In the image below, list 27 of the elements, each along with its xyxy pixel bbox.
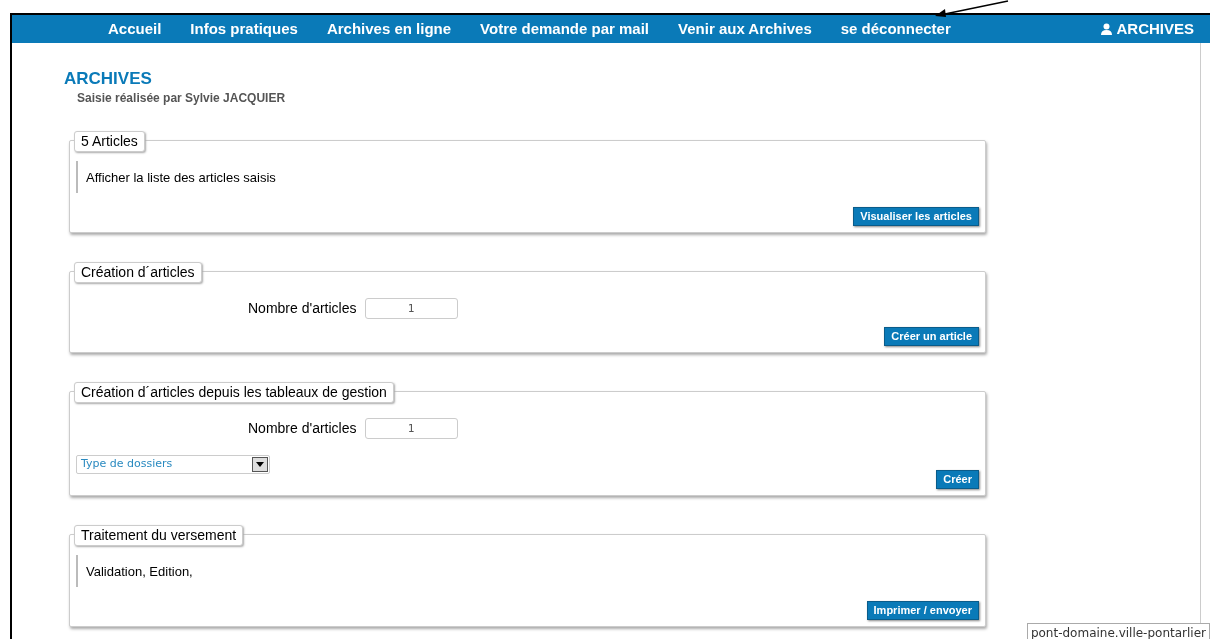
section-legend: 5 Articles	[74, 131, 145, 152]
user-icon	[1101, 23, 1113, 35]
nav-link[interactable]: Infos pratiques	[190, 17, 298, 41]
section-legend: Création d´articles	[74, 262, 202, 283]
field-label: Nombre d'articles	[248, 299, 357, 318]
field-label: Nombre d'articles	[248, 419, 357, 438]
type-select[interactable]: Type de dossiers	[76, 455, 270, 474]
note-text: Afficher la liste des articles saisis	[86, 170, 276, 185]
nav-link[interactable]: Votre demande par mail	[480, 17, 650, 41]
section-legend: Traitement du versement	[74, 525, 244, 546]
number-field[interactable]: 1	[364, 418, 458, 439]
number-field[interactable]: 1	[364, 298, 458, 319]
nav-link[interactable]: Archives en ligne	[326, 17, 452, 41]
nav-link[interactable]: Accueil	[108, 17, 162, 41]
action-button[interactable]: Créer	[936, 470, 979, 489]
note-text: Validation, Edition,	[86, 564, 193, 579]
page-title: ARCHIVES	[64, 69, 153, 89]
nav-link[interactable]: se déconnecter	[840, 17, 951, 41]
action-button[interactable]: Imprimer / envoyer	[866, 601, 979, 620]
nav-link[interactable]: Venir aux Archives	[678, 17, 812, 41]
action-button[interactable]: Créer un article	[884, 327, 979, 346]
section-legend: Création d´articles depuis les tableaux de gestion	[74, 382, 394, 403]
status-url: pont-domaine.ville-pontarlier	[1026, 623, 1210, 639]
page-subtitle: Saisie réalisée par Sylvie JACQUIER	[77, 90, 287, 107]
user-link[interactable]: ARCHIVES	[1101, 17, 1194, 41]
dropdown-icon	[252, 457, 268, 472]
action-button[interactable]: Visualiser les articles	[853, 207, 979, 226]
